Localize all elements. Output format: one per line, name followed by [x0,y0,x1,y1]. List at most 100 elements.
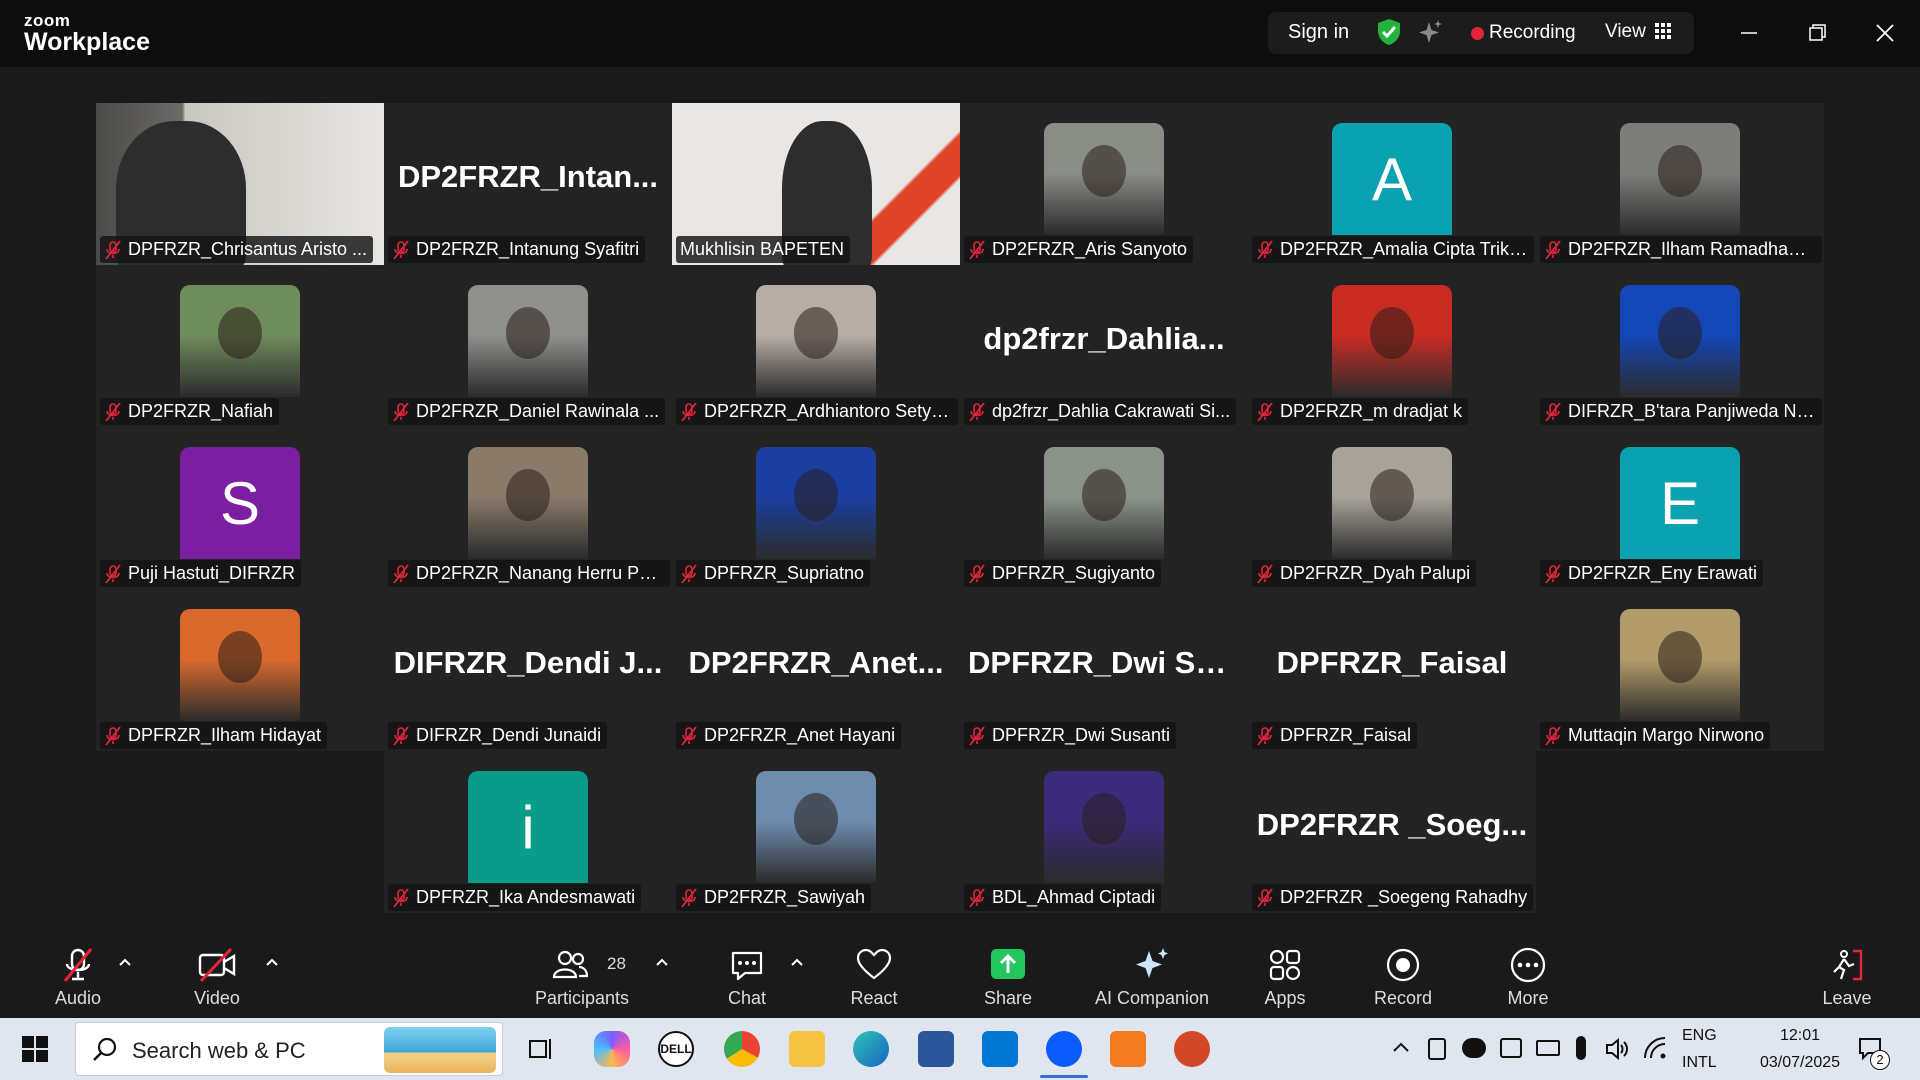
participant-tile[interactable]: DP2FRZR_Aris Sanyoto [960,103,1248,265]
sign-in-button[interactable]: Sign in [1288,21,1349,44]
participant-name-bar: Muttaqin Margo Nirwono [1540,722,1771,749]
participant-tile[interactable]: DP2FRZR_Daniel Rawinala ... [384,265,672,427]
keyboard-layout[interactable]: INTL [1682,1054,1717,1072]
apps-icon [1269,949,1301,981]
taskbar-search-box[interactable]: Search web & PC [75,1022,503,1076]
avatar-figure [506,469,550,521]
copilot-icon[interactable] [594,1031,630,1067]
zoom-taskbar-icon[interactable] [1046,1031,1082,1067]
restore-icon[interactable] [1800,16,1834,50]
participant-tile[interactable]: S Puji Hastuti_DIFRZR [96,427,384,589]
participant-tile[interactable]: dp2frzr_Dahlia... dp2frzr_Dahlia Cakrawat… [960,265,1248,427]
share-button[interactable]: Share [978,945,1038,1009]
participant-tile[interactable]: DP2FRZR _Soeg... DP2FRZR _Soegeng Rahadhy [1248,751,1536,913]
participant-tile[interactable]: DIFRZR_B'tara Panjiweda Nis... [1536,265,1824,427]
close-icon[interactable] [1868,16,1902,50]
participant-tile[interactable]: DPFRZR_Chrisantus Aristo ... [96,103,384,265]
muted-mic-icon [1545,725,1561,746]
video-options-chevron-icon[interactable] [265,957,279,967]
participants-options-chevron-icon[interactable] [655,957,669,967]
battery-icon[interactable] [1536,1040,1560,1056]
minimize-icon[interactable] [1732,16,1766,50]
participant-tile[interactable]: E DP2FRZR_Eny Erawati [1536,427,1824,589]
participant-tile[interactable]: DIFRZR_Dendi J... DIFRZR_Dendi Junaidi [384,589,672,751]
participant-name: DP2FRZR_Dyah Palupi [1280,563,1471,583]
file-explorer-icon[interactable] [789,1031,825,1067]
edge-icon[interactable] [853,1031,889,1067]
chat-options-chevron-icon[interactable] [790,957,804,967]
record-label: Record [1373,988,1433,1008]
participant-avatar [756,771,876,883]
apps-button[interactable]: Apps [1260,945,1310,1009]
more-button[interactable]: More [1500,945,1556,1009]
video-button[interactable]: Video [182,945,252,1009]
participant-tile[interactable]: DPFRZR_Sugiyanto [960,427,1248,589]
dell-icon[interactable]: DELL [658,1031,694,1067]
participant-tile[interactable]: DP2FRZR_Anet... DP2FRZR_Anet Hayani [672,589,960,751]
record-button[interactable]: Record [1372,945,1434,1009]
participant-tile[interactable]: DP2FRZR_Intan... DP2FRZR_Intanung Syafitr… [384,103,672,265]
volume-icon[interactable] [1604,1036,1630,1062]
clock-date[interactable]: 03/07/2025 [1750,1054,1850,1072]
participant-tile[interactable]: DP2FRZR_Sawiyah [672,751,960,913]
tray-device-icon[interactable] [1428,1038,1446,1060]
active-speaker-tile[interactable]: Mukhlisin BAPETEN [672,103,960,265]
windows-start-icon[interactable] [22,1036,48,1062]
participant-tile[interactable]: i DPFRZR_Ika Andesmawati [384,751,672,913]
wifi-icon[interactable] [1642,1036,1668,1062]
language-code[interactable]: ENG [1682,1027,1717,1045]
chat-button[interactable]: Chat [722,945,772,1009]
task-view-icon[interactable] [528,1035,554,1063]
participant-tile[interactable]: A DP2FRZR_Amalia Cipta Triku... [1248,103,1536,265]
tray-display-icon[interactable] [1500,1038,1522,1058]
participant-tile[interactable]: DPFRZR_Faisal DPFRZR_Faisal [1248,589,1536,751]
participant-tile[interactable]: DPFRZR_Dwi Su... DPFRZR_Dwi Susanti [960,589,1248,751]
muted-mic-icon [1257,239,1273,260]
participant-tile[interactable]: Muttaqin Margo Nirwono [1536,589,1824,751]
participant-tile[interactable]: DP2FRZR_Nafiah [96,265,384,427]
participant-name: DP2FRZR_m dradjat k [1280,401,1463,421]
chrome-icon[interactable] [724,1031,760,1067]
initial-avatar: i [468,771,588,883]
clock-time[interactable]: 12:01 [1760,1027,1840,1045]
participant-tile[interactable]: DP2FRZR_Dyah Palupi [1248,427,1536,589]
participant-tile[interactable]: DP2FRZR_Nanang Herru Pur... [384,427,672,589]
word-icon[interactable] [918,1031,954,1067]
participant-name: DPFRZR_Supriatno [704,563,865,583]
avatar-figure [218,631,262,683]
react-button[interactable]: React [846,945,902,1009]
participant-name-bar: DP2FRZR_m dradjat k [1252,398,1469,425]
avatar-figure [1658,307,1702,359]
microphone-tray-icon[interactable] [1576,1036,1586,1060]
participant-tile[interactable]: DPFRZR_Ilham Hidayat [96,589,384,751]
pdf-app-icon[interactable] [1110,1031,1146,1067]
ai-companion-button[interactable]: AI Companion [1092,945,1212,1009]
participant-tile[interactable]: DP2FRZR_Ardhiantoro Setya... [672,265,960,427]
leave-button[interactable]: Leave [1820,945,1874,1009]
participant-name-bar: DP2FRZR_Nafiah [100,398,280,425]
audio-button[interactable]: Audio [44,945,112,1009]
encryption-shield-icon[interactable] [1376,18,1402,46]
participant-tile[interactable]: DP2FRZR_Ilham Ramadhan ... [1536,103,1824,265]
recording-status[interactable]: Recording [1489,22,1576,44]
gallery-grid-icon[interactable] [1655,22,1671,40]
participant-tile[interactable]: BDL_Ahmad Ciptadi [960,751,1248,913]
participant-avatar [180,285,300,397]
participant-tile[interactable]: DP2FRZR_m dradjat k [1248,265,1536,427]
tray-overflow-chevron-icon[interactable] [1392,1040,1410,1054]
onedrive-icon[interactable] [1462,1038,1486,1058]
participants-count: 28 [607,954,626,973]
mic-muted-icon [63,948,93,982]
view-button[interactable]: View [1605,21,1646,43]
display-name-placeholder: dp2frzr_Dahlia... [983,321,1225,356]
participant-name: DPFRZR_Dwi Susanti [992,725,1171,745]
muted-mic-icon [969,887,985,908]
ai-sparkle-icon[interactable] [1418,18,1444,46]
participant-name: DPFRZR_Ika Andesmawati [416,887,636,907]
powerpoint-icon[interactable] [1174,1031,1210,1067]
outlook-icon[interactable] [982,1031,1018,1067]
logo-brand: zoom [24,11,71,30]
participant-tile[interactable]: DPFRZR_Supriatno [672,427,960,589]
participant-name: Mukhlisin BAPETEN [680,239,845,259]
audio-options-chevron-icon[interactable] [118,957,132,967]
